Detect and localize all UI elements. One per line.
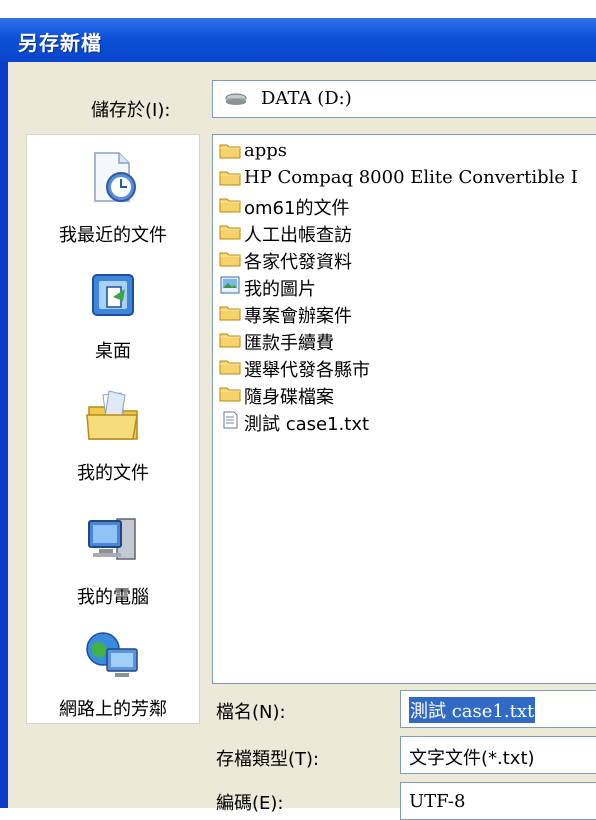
desktop-icon (92, 274, 134, 316)
folder-icon (219, 171, 241, 186)
place-label: 我的文件 (77, 463, 149, 484)
filename-input[interactable]: 測試 case1.txt (400, 690, 596, 728)
save-as-dialog: 另存新檔 儲存於(I): DATA (D:) 我最近的文件 桌面 我的文件 我的… (0, 18, 596, 820)
folder-icon (219, 252, 241, 267)
file-name: 人工出帳查訪 (244, 225, 352, 246)
pictures-folder-icon (220, 276, 240, 294)
file-name: 匯款手續費 (244, 333, 334, 354)
filename-value: 測試 case1.txt (409, 697, 536, 723)
recent-documents-icon (94, 152, 136, 202)
hard-drive-icon (225, 93, 247, 105)
place-my-computer[interactable]: 我的電腦 (27, 501, 199, 621)
file-name: 測試 case1.txt (244, 414, 370, 435)
place-label: 桌面 (95, 341, 131, 362)
save-in-label: 儲存於(I): (91, 100, 171, 121)
folder-icon (219, 360, 241, 375)
file-list[interactable]: apps HP Compaq 8000 Elite Convertible I … (212, 134, 596, 684)
file-name: 我的圖片 (244, 279, 316, 300)
dialog-title: 另存新檔 (18, 31, 102, 55)
save-in-value: DATA (D:) (261, 88, 352, 109)
filetype-value: 文字文件(*.txt) (409, 748, 535, 769)
place-desktop[interactable]: 桌面 (27, 257, 199, 377)
save-in-combobox[interactable]: DATA (D:) (212, 80, 596, 118)
file-name: om61的文件 (244, 198, 350, 219)
filename-label: 檔名(N): (216, 702, 286, 723)
folder-icon (219, 198, 241, 213)
place-label: 我最近的文件 (59, 225, 167, 246)
places-bar: 我最近的文件 桌面 我的文件 我的電腦 網路上的芳鄰 (26, 134, 200, 724)
folder-icon (219, 144, 241, 159)
encoding-select[interactable]: UTF-8 (400, 782, 596, 820)
text-file-icon (223, 411, 238, 429)
my-documents-icon (86, 390, 138, 440)
place-recent-documents[interactable]: 我最近的文件 (27, 135, 199, 255)
folder-icon (219, 225, 241, 240)
encoding-value: UTF-8 (409, 791, 466, 812)
place-label: 網路上的芳鄰 (59, 699, 167, 720)
file-name: 專案會辦案件 (244, 306, 352, 327)
dialog-body: 儲存於(I): DATA (D:) 我最近的文件 桌面 我的文件 我的電腦 網路… (8, 62, 596, 820)
filetype-label: 存檔類型(T): (216, 749, 320, 770)
my-computer-icon (88, 518, 136, 560)
network-places-icon (86, 632, 138, 677)
filetype-select[interactable]: 文字文件(*.txt) (400, 736, 596, 774)
place-network-places[interactable]: 網路上的芳鄰 (27, 623, 199, 723)
file-name: 各家代發資料 (244, 252, 352, 273)
title-bar[interactable]: 另存新檔 (0, 18, 596, 62)
file-name: HP Compaq 8000 Elite Convertible I (244, 167, 578, 188)
folder-icon (219, 387, 241, 402)
place-my-documents[interactable]: 我的文件 (27, 379, 199, 499)
encoding-label: 編碼(E): (216, 793, 284, 814)
file-name: 選舉代發各縣市 (244, 360, 370, 381)
folder-icon (219, 333, 241, 348)
file-name: apps (244, 140, 288, 161)
file-name: 隨身碟檔案 (244, 387, 334, 408)
place-label: 我的電腦 (77, 587, 149, 608)
folder-icon (219, 306, 241, 321)
